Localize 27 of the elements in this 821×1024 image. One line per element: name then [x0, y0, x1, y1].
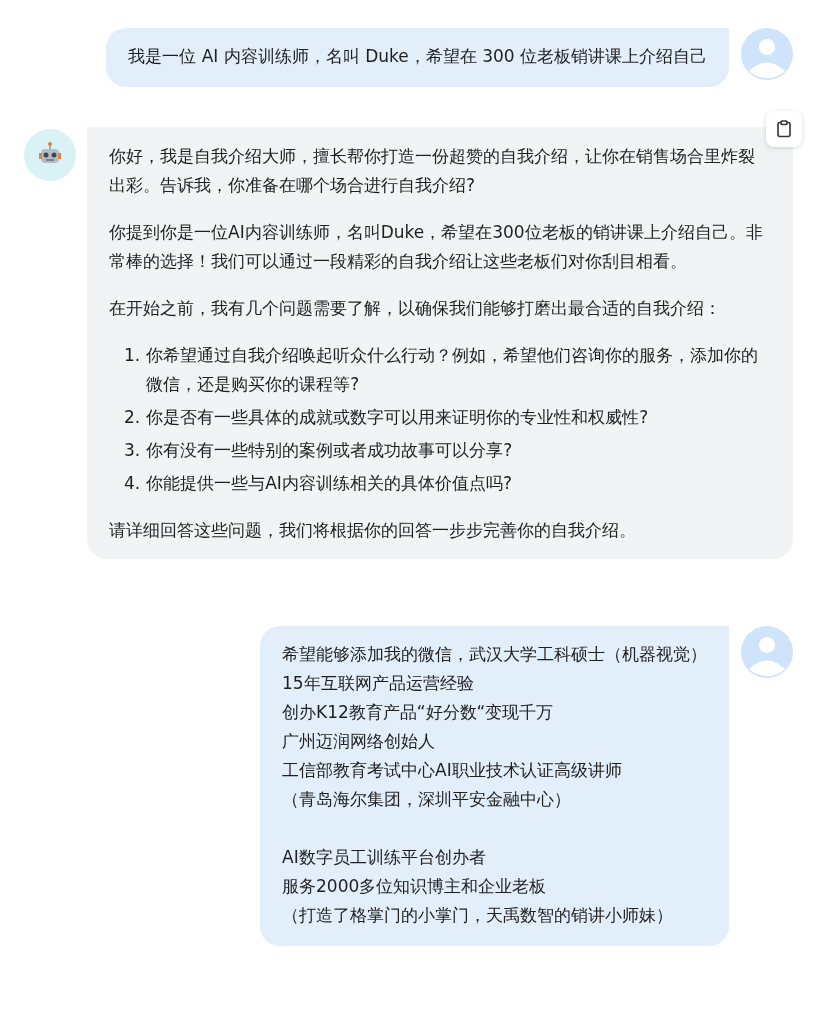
list-number: 4.	[124, 472, 141, 495]
message-text: 工信部教育考试中心AI职业技术认证高级讲师	[282, 759, 623, 782]
list-number: 2.	[124, 406, 141, 429]
message-text: 你提到你是一位AI内容训练师，名叫Duke，希望在300位老板的销讲课上介绍自己。非常棒的选择！我们可以通过一段精彩的自我介绍让这些老板们对你刮目相看。	[109, 221, 764, 273]
list-item-text: 你能提供一些与AI内容训练相关的具体价值点吗?	[146, 472, 512, 495]
message-text: 希望能够添加我的微信，武汉大学工科硕士（机器视觉）	[282, 643, 707, 666]
list-item-text: 你希望通过自我介绍唤起听众什么行动？例如，希望他们咨询你的服务，添加你的微信，还是购买你的课程等?	[146, 344, 760, 396]
message-text: AI数字员工训练平台创办者	[282, 846, 487, 869]
list-number: 1.	[124, 344, 141, 367]
message-text: 广州迈润网络创始人	[282, 730, 436, 753]
message-text: （打造了格掌门的小掌门，天禹数智的销讲小师妹）	[282, 904, 674, 927]
user-avatar-icon	[741, 28, 793, 80]
message-text: 请详细回答这些问题，我们将根据你的回答一步步完善你的自我介绍。	[109, 519, 637, 542]
list-item-text: 你是否有一些具体的成就或数字可以用来证明你的专业性和权威性?	[146, 406, 649, 429]
list-number: 3.	[124, 439, 141, 462]
message-text: 你好，我是自我介绍大师，擅长帮你打造一份超赞的自我介绍，让你在销售场合里炸裂出彩。告诉我，你准备在哪个场合进行自我介绍?	[109, 145, 756, 197]
robot-avatar-icon	[24, 129, 76, 181]
copy-button[interactable]	[766, 111, 802, 147]
message-text: 15年互联网产品运营经验	[282, 672, 475, 695]
message-text: 我是一位 AI 内容训练师，名叫 Duke，希望在 300 位老板销讲课上介绍自己	[128, 45, 707, 68]
message-text: 在开始之前，我有几个问题需要了解，以确保我们能够打磨出最合适的自我介绍：	[109, 297, 722, 320]
user-avatar-icon	[741, 626, 793, 678]
message-text: 创办K12教育产品“好分数“变现千万	[282, 701, 555, 724]
clipboard-icon	[774, 119, 794, 139]
list-item-text: 你有没有一些特别的案例或者成功故事可以分享?	[146, 439, 513, 462]
message-text: 服务2000多位知识博主和企业老板	[282, 875, 548, 898]
message-text: （青岛海尔集团，深圳平安金融中心）	[282, 788, 572, 811]
